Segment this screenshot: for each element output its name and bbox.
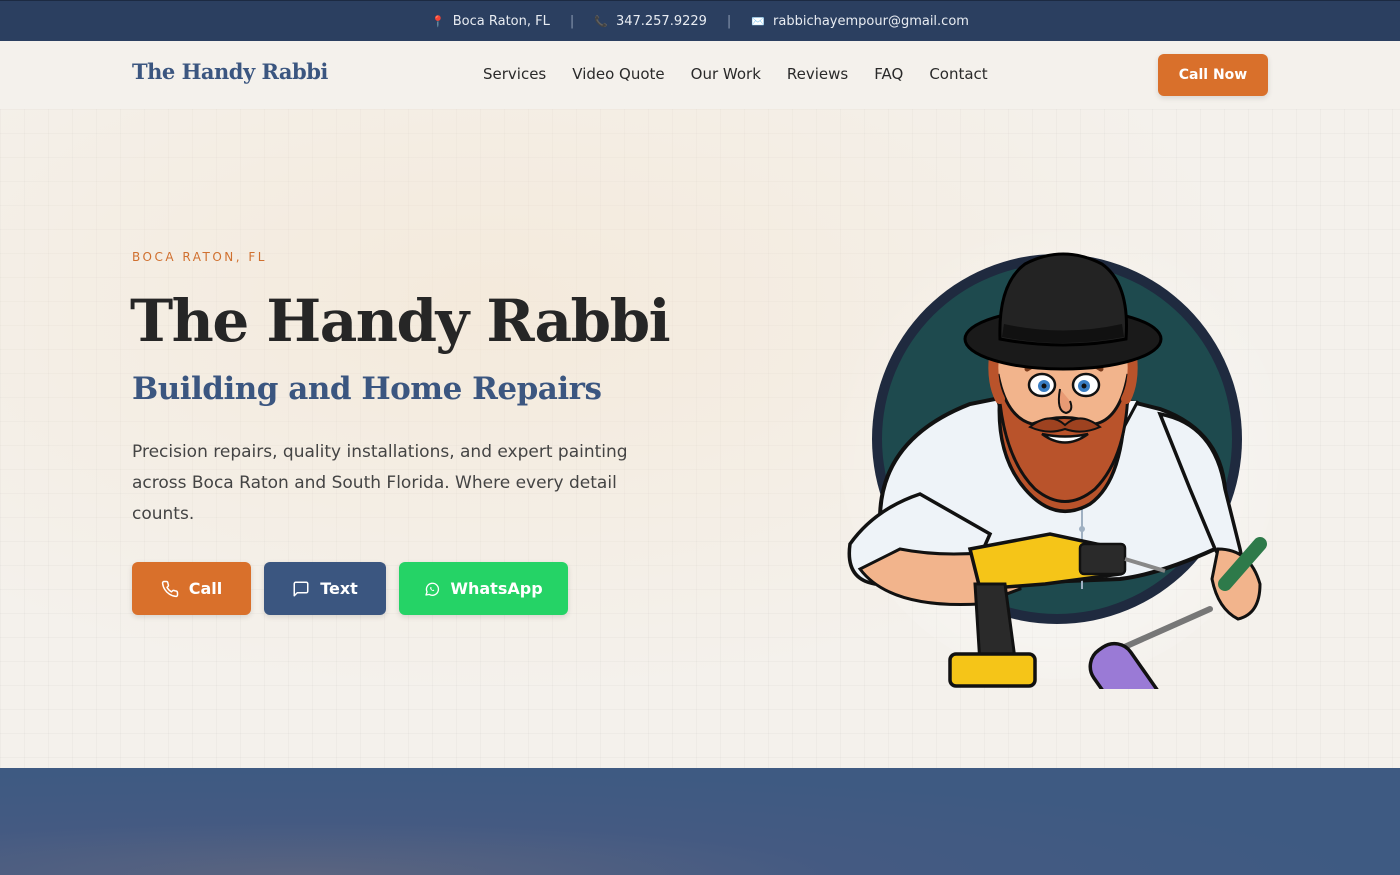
divider: | (569, 13, 575, 29)
handyman-mascot-illustration (840, 219, 1280, 689)
nav-item-services[interactable]: Services (483, 65, 546, 83)
nav-item-contact[interactable]: Contact (929, 65, 987, 83)
main-navigation: The Handy Rabbi Services Video Quote Our… (0, 41, 1400, 109)
text-button-label: Text (320, 579, 358, 598)
hero-section: BOCA RATON, FL The Handy Rabbi Building … (0, 109, 1400, 768)
whatsapp-button-label: WhatsApp (450, 579, 543, 598)
top-info-bar: 📍 Boca Raton, FL | 📞 347.257.9229 | ✉️ r… (0, 0, 1400, 41)
nav-menu: Services Video Quote Our Work Reviews FA… (483, 65, 988, 83)
phone-text[interactable]: 347.257.9229 (616, 14, 707, 29)
hero-cta-group: Call Text WhatsApp (132, 562, 568, 615)
nav-item-our-work[interactable]: Our Work (691, 65, 761, 83)
text-button[interactable]: Text (264, 562, 386, 615)
hero-subtitle: Building and Home Repairs (132, 371, 602, 407)
whatsapp-icon (424, 581, 440, 597)
location-text: Boca Raton, FL (452, 13, 550, 29)
email-text[interactable]: rabbichayempour@gmail.com (773, 14, 969, 29)
nav-item-video-quote[interactable]: Video Quote (572, 65, 664, 83)
chat-bubble-icon (292, 580, 310, 598)
call-now-button[interactable]: Call Now (1158, 54, 1268, 96)
envelope-icon: ✉️ (751, 14, 766, 28)
pin-icon: 📍 (431, 14, 445, 28)
phone-icon (161, 580, 179, 598)
hero-description: Precision repairs, quality installations… (132, 442, 628, 524)
phone-icon: 📞 (594, 14, 608, 28)
site-logo[interactable]: The Handy Rabbi (132, 59, 328, 84)
nav-item-faq[interactable]: FAQ (874, 65, 903, 83)
call-button[interactable]: Call (132, 562, 251, 615)
nav-item-reviews[interactable]: Reviews (787, 65, 848, 83)
next-section-band (0, 768, 1400, 875)
divider: | (726, 13, 732, 29)
whatsapp-button[interactable]: WhatsApp (399, 562, 568, 615)
hero-eyebrow: BOCA RATON, FL (132, 250, 267, 264)
phone-info[interactable]: 📞 347.257.9229 (594, 14, 707, 29)
location-info: 📍 Boca Raton, FL (431, 14, 550, 29)
email-info[interactable]: ✉️ rabbichayempour@gmail.com (751, 14, 969, 29)
call-button-label: Call (188, 579, 223, 598)
hero-title: The Handy Rabbi (130, 287, 671, 355)
